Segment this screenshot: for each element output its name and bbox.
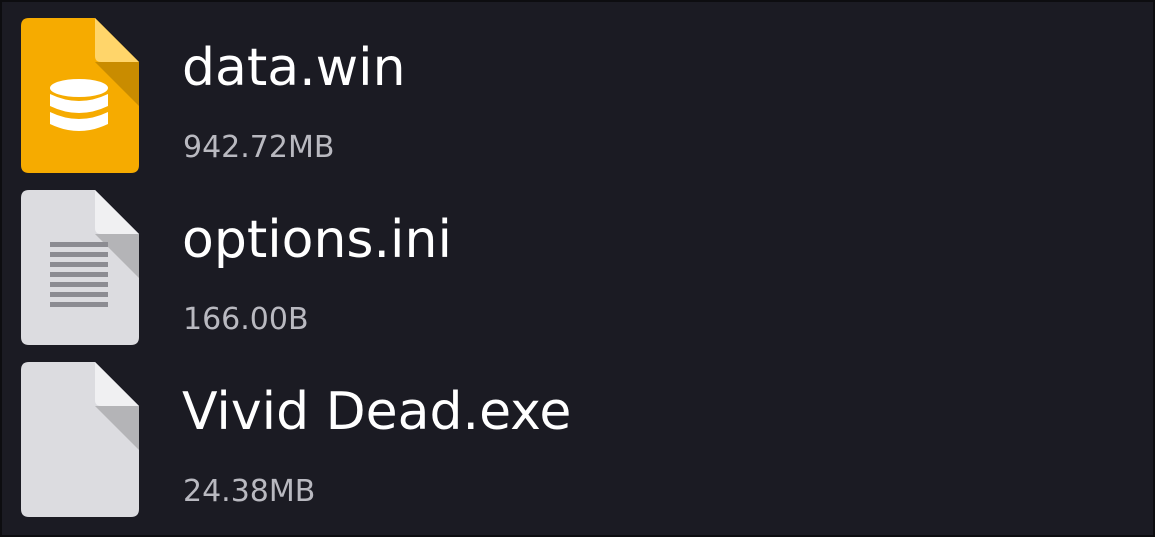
file-name: data.win [182, 38, 406, 98]
file-item-options-ini[interactable]: options.ini 166.00B [2, 190, 1153, 360]
file-name: options.ini [182, 210, 452, 270]
generic-file-icon [21, 362, 139, 517]
file-list: data.win 942.72MB options.ini 166.00B Vi… [0, 0, 1155, 537]
text-file-icon [21, 190, 139, 345]
database-file-icon [21, 18, 139, 173]
file-item-vivid-dead-exe[interactable]: Vivid Dead.exe 24.38MB [2, 362, 1153, 532]
file-size: 166.00B [183, 302, 309, 337]
file-name: Vivid Dead.exe [182, 382, 572, 442]
file-size: 24.38MB [183, 474, 316, 509]
file-item-data-win[interactable]: data.win 942.72MB [2, 18, 1153, 188]
file-size: 942.72MB [183, 130, 335, 165]
